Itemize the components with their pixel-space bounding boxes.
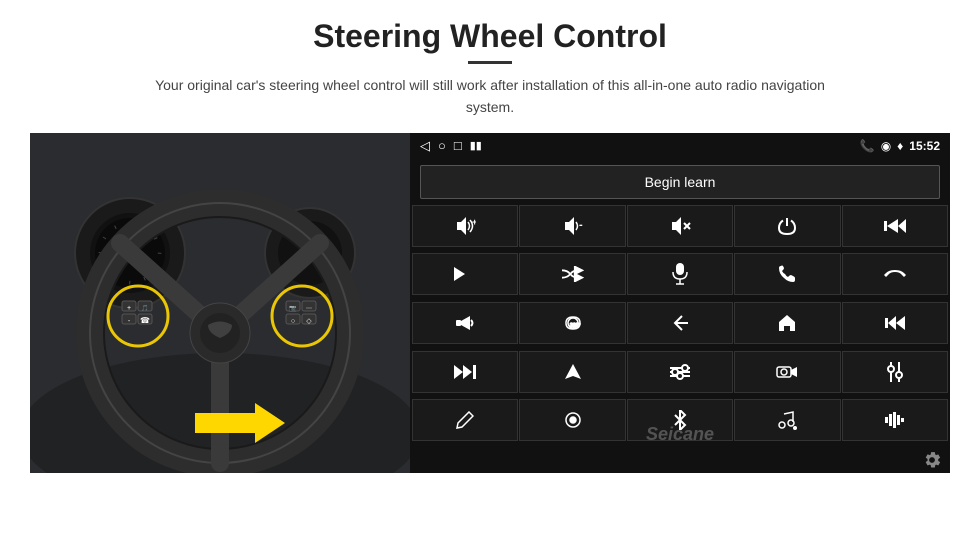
signal-bars-icon: ▮▮: [470, 139, 482, 152]
svg-text:-: -: [579, 219, 583, 231]
status-time: 15:52: [909, 139, 940, 153]
status-bar-left: ◁ ○ □ ▮▮: [420, 138, 482, 154]
fast-forward-button[interactable]: [412, 351, 518, 393]
steering-wheel-image: + - 🎵 ☎ 📷 ○ ⋯ ◇: [30, 133, 410, 473]
svg-text:◇: ◇: [306, 318, 312, 325]
pen-button[interactable]: [412, 399, 518, 441]
hang-up-button[interactable]: [842, 253, 948, 295]
controls-grid: + -: [410, 205, 950, 447]
page-subtitle: Your original car's steering wheel contr…: [130, 74, 850, 119]
svg-text:⋯: ⋯: [306, 306, 312, 312]
bluetooth-button[interactable]: [627, 399, 733, 441]
shuffle-button[interactable]: [519, 253, 625, 295]
audio-bars-button[interactable]: [842, 399, 948, 441]
gear-settings-icon[interactable]: [922, 450, 942, 470]
content-area: + - 🎵 ☎ 📷 ○ ⋯ ◇: [30, 133, 950, 473]
skip-forward-button[interactable]: [412, 253, 518, 295]
page-container: Steering Wheel Control Your original car…: [0, 0, 980, 544]
dash-cam-button[interactable]: [734, 351, 840, 393]
phone-call-button[interactable]: [734, 253, 840, 295]
svg-text:🎵: 🎵: [141, 304, 148, 312]
prev-chapter-button[interactable]: [842, 302, 948, 344]
back-navigate-button[interactable]: [627, 302, 733, 344]
phone-status-icon: 📞: [860, 139, 875, 153]
svg-text:○: ○: [291, 318, 295, 325]
page-title: Steering Wheel Control: [313, 18, 667, 55]
microphone-button[interactable]: [627, 253, 733, 295]
home-circle-icon[interactable]: ○: [438, 138, 446, 153]
begin-learn-button[interactable]: Begin learn: [420, 165, 940, 199]
wifi-icon: ♦: [897, 139, 903, 153]
home-navigate-button[interactable]: [734, 302, 840, 344]
audio-mixer-button[interactable]: [842, 351, 948, 393]
circle-target-button[interactable]: [519, 399, 625, 441]
vol-down-button[interactable]: -: [519, 205, 625, 247]
mute-button[interactable]: [627, 205, 733, 247]
title-divider: [468, 61, 512, 64]
status-bar-right: 📞 ◉ ♦ 15:52: [860, 139, 940, 153]
status-bar: ◁ ○ □ ▮▮ 📞 ◉ ♦ 15:52: [410, 133, 950, 159]
music-settings-button[interactable]: [734, 399, 840, 441]
square-icon[interactable]: □: [454, 138, 462, 153]
svg-text:📷: 📷: [289, 305, 297, 312]
svg-text:+: +: [472, 217, 476, 227]
equalizer-button[interactable]: [627, 351, 733, 393]
svg-text:360°: 360°: [570, 323, 580, 329]
vol-up-button[interactable]: +: [412, 205, 518, 247]
svg-text:+: +: [127, 305, 131, 312]
camera-360-button[interactable]: 360°: [519, 302, 625, 344]
horn-button[interactable]: [412, 302, 518, 344]
prev-track-button[interactable]: [842, 205, 948, 247]
bottom-bar: [410, 447, 950, 473]
head-unit-display: ◁ ○ □ ▮▮ 📞 ◉ ♦ 15:52 Begin learn: [410, 133, 950, 473]
navigation-button[interactable]: [519, 351, 625, 393]
svg-text:☎: ☎: [140, 316, 150, 325]
location-icon: ◉: [881, 139, 891, 153]
back-arrow-icon[interactable]: ◁: [420, 138, 430, 154]
power-button[interactable]: [734, 205, 840, 247]
